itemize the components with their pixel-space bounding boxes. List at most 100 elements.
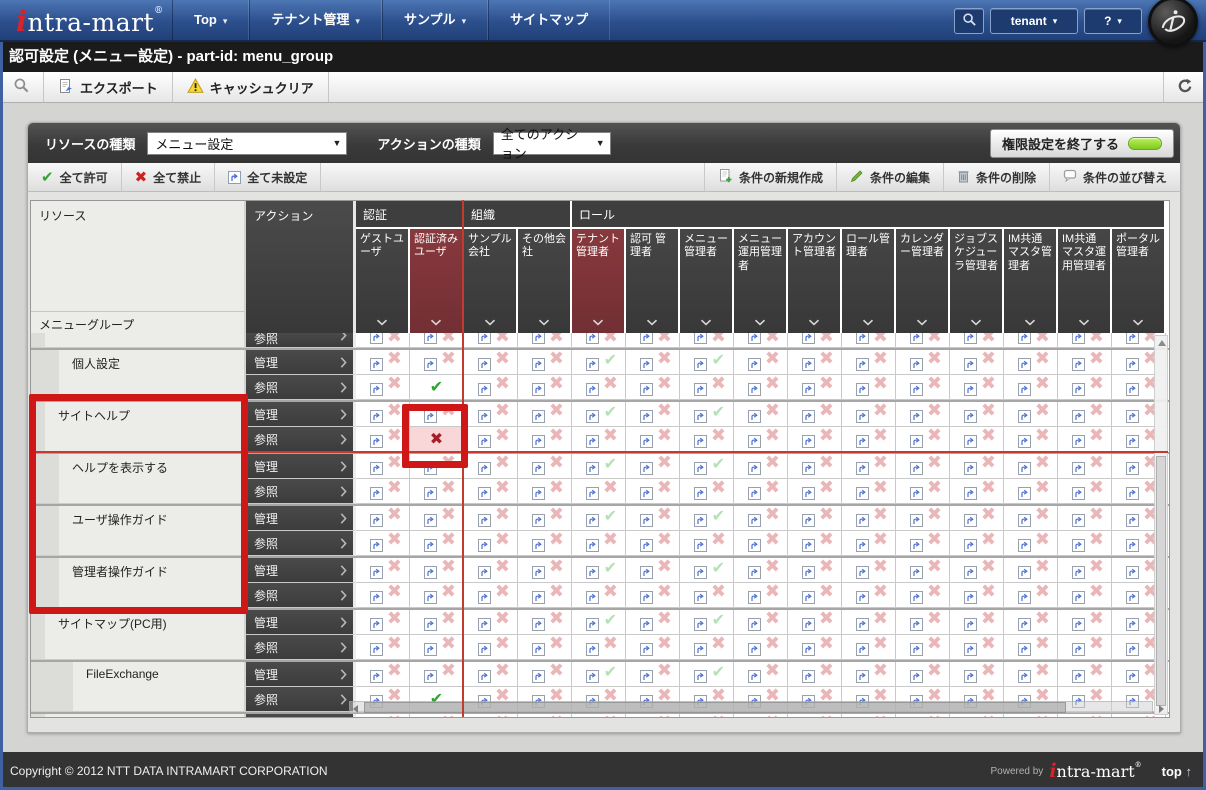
- column-header[interactable]: サンプル会社: [464, 229, 516, 333]
- permission-cell[interactable]: ✖: [1058, 531, 1112, 556]
- permission-cell[interactable]: ✖: [788, 402, 842, 427]
- action-cell[interactable]: 管理: [246, 610, 356, 635]
- permission-cell[interactable]: ✖: [410, 427, 464, 452]
- permission-cell[interactable]: ✖: [518, 714, 572, 717]
- permission-cell[interactable]: ✔: [680, 662, 734, 687]
- chevron-down-icon[interactable]: [410, 317, 462, 330]
- permission-cell[interactable]: ✖: [464, 635, 518, 660]
- permission-cell[interactable]: ✖: [572, 375, 626, 400]
- permission-cell[interactable]: ✖: [950, 635, 1004, 660]
- permission-cell[interactable]: ✖: [626, 350, 680, 375]
- permission-cell[interactable]: ✖: [680, 583, 734, 608]
- permission-cell[interactable]: ✖: [464, 454, 518, 479]
- chevron-down-icon[interactable]: [1058, 317, 1110, 330]
- finish-permission-settings-button[interactable]: 権限設定を終了する: [990, 129, 1174, 158]
- permission-cell[interactable]: ✖: [950, 375, 1004, 400]
- back-to-top-link[interactable]: top ↑: [1162, 764, 1192, 779]
- permission-cell[interactable]: ✖: [734, 635, 788, 660]
- permission-cell[interactable]: ✖: [356, 583, 410, 608]
- chevron-right-icon[interactable]: [340, 616, 347, 632]
- permission-cell[interactable]: ✖: [464, 583, 518, 608]
- refresh-button[interactable]: [1164, 72, 1206, 102]
- permission-cell[interactable]: ✖: [842, 454, 896, 479]
- column-header[interactable]: ゲストユーザ: [356, 229, 408, 333]
- column-header[interactable]: ロール管理者: [842, 229, 894, 333]
- vertical-scrollbar-thumb[interactable]: [1156, 456, 1166, 706]
- permission-cell[interactable]: ✖: [464, 402, 518, 427]
- permission-cell[interactable]: ✖: [734, 662, 788, 687]
- column-header[interactable]: 認可 管理者: [626, 229, 678, 333]
- export-button[interactable]: エクスポート: [44, 72, 172, 102]
- permission-cell[interactable]: ✖: [410, 350, 464, 375]
- permission-cell[interactable]: ✖: [842, 375, 896, 400]
- permission-cell[interactable]: ✖: [788, 506, 842, 531]
- menu-item-top[interactable]: Top▾: [172, 0, 249, 40]
- permission-cell[interactable]: ✖: [464, 714, 518, 717]
- permission-cell[interactable]: ✖: [572, 635, 626, 660]
- chevron-down-icon[interactable]: [896, 317, 948, 330]
- chevron-down-icon[interactable]: [842, 317, 894, 330]
- permission-cell[interactable]: ✖: [896, 375, 950, 400]
- permission-cell[interactable]: ✖: [788, 635, 842, 660]
- permission-cell[interactable]: ✖: [788, 427, 842, 452]
- deny-all-button[interactable]: ✖全て禁止: [122, 163, 215, 191]
- action-cell[interactable]: 管理: [246, 506, 356, 531]
- permission-cell[interactable]: ✖: [572, 583, 626, 608]
- permission-cell[interactable]: ✖: [410, 662, 464, 687]
- permission-cell[interactable]: ✖: [1058, 610, 1112, 635]
- permission-cell[interactable]: ✔: [680, 454, 734, 479]
- permission-cell[interactable]: ✖: [896, 454, 950, 479]
- chevron-down-icon[interactable]: [950, 317, 1002, 330]
- column-header[interactable]: ジョブスケジューラ管理者: [950, 229, 1002, 333]
- permission-cell[interactable]: ✖: [518, 402, 572, 427]
- permission-cell[interactable]: ✖: [356, 635, 410, 660]
- column-header[interactable]: カレンダー管理者: [896, 229, 948, 333]
- action-cell[interactable]: 管理: [246, 350, 356, 375]
- permission-cell[interactable]: ✖: [896, 531, 950, 556]
- permission-cell[interactable]: ✖: [842, 402, 896, 427]
- action-cell[interactable]: 管理: [246, 454, 356, 479]
- permission-cell[interactable]: ✖: [788, 479, 842, 504]
- permission-cell[interactable]: ✖: [518, 610, 572, 635]
- permission-cell[interactable]: ✖: [1058, 375, 1112, 400]
- column-header[interactable]: IM共通マスタ管理者: [1004, 229, 1056, 333]
- chevron-down-icon[interactable]: [464, 317, 516, 330]
- permission-cell[interactable]: ✖: [788, 350, 842, 375]
- permission-cell[interactable]: ✖: [896, 427, 950, 452]
- permission-cell[interactable]: ✖: [356, 610, 410, 635]
- permission-cell[interactable]: ✖: [464, 610, 518, 635]
- permission-cell[interactable]: ✖: [734, 558, 788, 583]
- permission-cell[interactable]: ✖: [788, 610, 842, 635]
- permission-cell[interactable]: ✖: [626, 531, 680, 556]
- permission-cell[interactable]: ✖: [950, 506, 1004, 531]
- permission-cell[interactable]: ✖: [464, 427, 518, 452]
- action-cell[interactable]: 参照: [246, 531, 356, 556]
- action-cell[interactable]: 参照: [246, 635, 356, 660]
- permission-cell[interactable]: ✖: [788, 333, 842, 348]
- permission-cell[interactable]: ✖: [1004, 479, 1058, 504]
- chevron-right-icon[interactable]: [340, 564, 347, 580]
- permission-cell[interactable]: ✖: [626, 454, 680, 479]
- permission-cell[interactable]: ✔: [680, 402, 734, 427]
- permission-cell[interactable]: ✖: [572, 714, 626, 717]
- permission-cell[interactable]: ✖: [410, 333, 464, 348]
- permission-cell[interactable]: ✖: [896, 635, 950, 660]
- permission-cell[interactable]: ✖: [626, 714, 680, 717]
- permission-cell[interactable]: ✖: [1058, 402, 1112, 427]
- permission-cell[interactable]: ✔: [572, 506, 626, 531]
- action-cell[interactable]: 参照: [246, 687, 356, 712]
- menu-item-tenant-admin[interactable]: テナント管理▾: [249, 0, 382, 40]
- permission-cell[interactable]: ✖: [356, 375, 410, 400]
- chevron-right-icon[interactable]: [340, 356, 347, 372]
- permission-cell[interactable]: ✖: [788, 583, 842, 608]
- tenant-dropdown[interactable]: tenant▾: [990, 8, 1078, 34]
- permission-cell[interactable]: ✔: [680, 558, 734, 583]
- permission-cell[interactable]: ✖: [842, 662, 896, 687]
- permission-cell[interactable]: ✖: [842, 714, 896, 717]
- chevron-down-icon[interactable]: [788, 317, 840, 330]
- permission-cell[interactable]: ✖: [518, 583, 572, 608]
- permission-cell[interactable]: ✖: [1058, 506, 1112, 531]
- permission-cell[interactable]: ✖: [680, 427, 734, 452]
- action-cell[interactable]: 参照: [246, 375, 356, 400]
- permission-cell[interactable]: ✖: [734, 479, 788, 504]
